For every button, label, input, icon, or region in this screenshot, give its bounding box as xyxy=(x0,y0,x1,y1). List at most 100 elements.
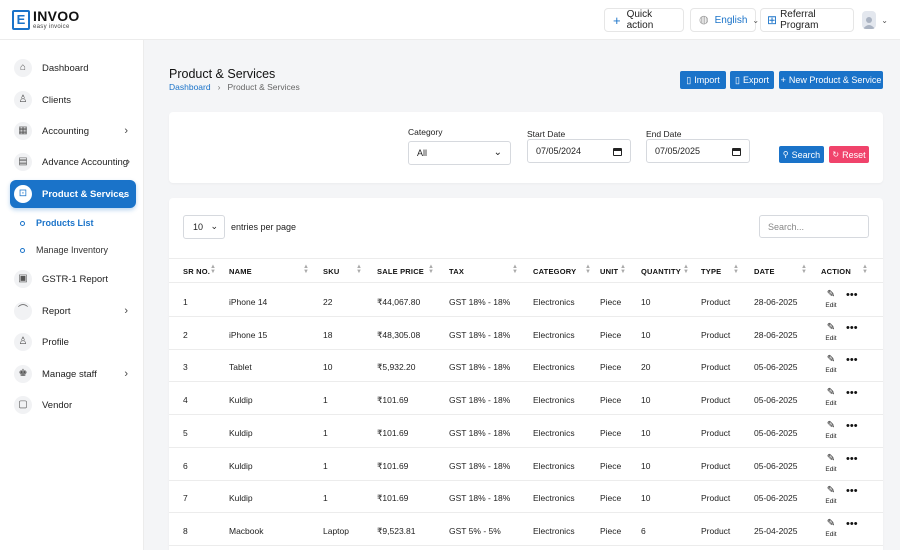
sidebar-item-label: Vendor xyxy=(42,399,73,411)
sort-icon[interactable]: ▲ ▼ xyxy=(862,264,868,275)
column-header-date[interactable]: DATE xyxy=(754,267,775,276)
edit-button[interactable]: ✎ Edit xyxy=(824,322,838,342)
sidebar-item-accounting[interactable]: ▦ Accounting › xyxy=(10,118,136,144)
edit-button[interactable]: ✎ Edit xyxy=(824,354,838,375)
edit-button[interactable]: ✎ Edit xyxy=(824,388,838,408)
edit-button[interactable]: ✎ Edit xyxy=(824,419,838,440)
edit-label: Edit xyxy=(825,530,837,538)
sidebar-item-label: Report xyxy=(42,305,71,317)
sidebar-subitem-label: Manage Inventory xyxy=(36,245,109,255)
entries-per-page-select[interactable]: 10 ⌄ xyxy=(183,215,225,239)
sidebar-subitem-products-list[interactable]: Products List xyxy=(20,218,94,228)
sidebar-item-clients[interactable]: ♙ Clients xyxy=(10,87,136,113)
sort-icon[interactable]: ▲ ▼ xyxy=(620,264,626,275)
sort-icon[interactable]: ▲ ▼ xyxy=(303,264,309,275)
more-options-icon[interactable]: ••• xyxy=(846,518,858,529)
more-options-icon[interactable]: ••• xyxy=(846,388,858,399)
pencil-icon: ✎ xyxy=(826,354,836,366)
edit-button[interactable]: ✎ Edit xyxy=(824,486,838,506)
cell-sale-price: ₹101.69 xyxy=(377,460,409,471)
end-date-label: End Date xyxy=(646,129,682,139)
sort-icon[interactable]: ▲ ▼ xyxy=(210,264,216,275)
calendar-icon[interactable] xyxy=(613,148,622,156)
cell-sku: 22 xyxy=(323,297,333,307)
cell-sku: 1 xyxy=(323,493,328,504)
export-button[interactable]: ▯ Export xyxy=(730,71,774,89)
more-options-icon[interactable]: ••• xyxy=(846,355,858,366)
edit-button[interactable]: ✎ Edit xyxy=(824,452,838,473)
column-header-category[interactable]: CATEGORY xyxy=(533,267,576,276)
cell-name: Kuldip xyxy=(229,460,253,471)
cell-unit: Piece xyxy=(600,493,622,504)
more-options-icon[interactable]: ••• xyxy=(846,453,858,464)
cell-sale-price: ₹101.69 xyxy=(377,493,409,504)
sort-icon[interactable]: ▲ ▼ xyxy=(683,264,689,275)
sidebar-subitem-manage-inventory[interactable]: Manage Inventory xyxy=(20,245,108,255)
sidebar-item-product-services[interactable]: ⊡ Product & Services ⌄ xyxy=(10,180,136,208)
sidebar-item-profile[interactable]: ♙ Profile xyxy=(10,329,136,355)
category-select[interactable]: All ⌄ xyxy=(408,141,511,165)
entries-value: 10 xyxy=(193,222,204,232)
edit-button[interactable]: ✎ Edit xyxy=(824,518,838,538)
pencil-icon: ✎ xyxy=(826,452,836,464)
column-header-unit[interactable]: UNIT xyxy=(600,267,618,276)
cell-quantity: 10 xyxy=(641,427,651,438)
calendar-icon[interactable] xyxy=(732,148,741,156)
column-header-sr-no[interactable]: SR NO. xyxy=(183,267,210,276)
language-selector[interactable]: ◍ English ⌄ xyxy=(690,8,759,32)
sidebar-item-advance-accounting[interactable]: ▤ Advance Accounting › xyxy=(10,149,136,175)
table-search-input[interactable]: Search... xyxy=(759,215,869,238)
chevron-down-icon: ⌄ xyxy=(210,221,218,231)
referral-program-button[interactable]: ⊞ Referral Program xyxy=(760,8,854,32)
edit-label: Edit xyxy=(825,465,837,473)
table-row: 8 Macbook Laptop ₹9,523.81 GST 5% - 5% Electr… xyxy=(169,513,883,546)
sidebar-item-manage-staff[interactable]: ♚ Manage staff › xyxy=(10,361,136,387)
import-label: Import xyxy=(694,75,720,85)
search-button[interactable]: ⚲ Search xyxy=(779,146,824,163)
reset-button[interactable]: ↻ Reset xyxy=(829,146,869,163)
column-header-tax[interactable]: TAX xyxy=(449,267,464,276)
chart-icon: ⌒ xyxy=(14,302,32,320)
referral-label: Referral Program xyxy=(780,9,819,31)
quick-action-button[interactable]: + Quick action xyxy=(604,8,684,32)
breadcrumb-link-dashboard[interactable]: Dashboard xyxy=(169,82,211,92)
column-header-type[interactable]: TYPE xyxy=(701,267,721,276)
sidebar-item-report[interactable]: ⌒ Report › xyxy=(10,298,136,324)
more-options-icon[interactable]: ••• xyxy=(846,290,858,301)
end-date-input[interactable]: 07/05/2025 xyxy=(646,139,750,163)
column-header-name[interactable]: NAME xyxy=(229,267,252,276)
user-menu[interactable]: ⌄ xyxy=(858,8,892,32)
column-header-sale-price[interactable]: SALE PRICE xyxy=(377,267,424,276)
start-date-input[interactable]: 07/05/2024 xyxy=(527,139,631,163)
sort-icon[interactable]: ▲ ▼ xyxy=(512,264,518,275)
edit-label: Edit xyxy=(825,302,837,309)
column-header-sku[interactable]: SKU xyxy=(323,267,339,276)
sort-icon[interactable]: ▲ ▼ xyxy=(428,264,434,275)
sidebar-item-vendor[interactable]: ▢ Vendor xyxy=(10,392,136,418)
cell-sr-no: 1 xyxy=(183,297,188,307)
import-button[interactable]: ▯ Import xyxy=(680,71,726,89)
column-header-quantity[interactable]: QUANTITY xyxy=(641,267,681,276)
cell-unit: Piece xyxy=(600,427,622,438)
edit-button[interactable]: ✎ Edit xyxy=(824,290,838,310)
more-options-icon[interactable]: ••• xyxy=(846,420,858,431)
category-label: Category xyxy=(408,127,443,137)
sort-icon[interactable]: ▲ ▼ xyxy=(801,264,807,275)
more-options-icon[interactable]: ••• xyxy=(846,486,858,497)
sidebar-item-gstr1-report[interactable]: ▣ GSTR-1 Report xyxy=(10,266,136,292)
chevron-down-icon: ⌄ xyxy=(881,15,888,25)
more-options-icon[interactable]: ••• xyxy=(846,322,858,333)
pencil-icon: ✎ xyxy=(826,419,836,431)
new-product-service-button[interactable]: + New Product & Service xyxy=(779,71,883,89)
brand-logo[interactable]: E INVOO easy invoice xyxy=(12,9,80,30)
search-label: Search xyxy=(791,149,821,160)
sort-icon[interactable]: ▲ ▼ xyxy=(733,264,739,275)
cell-sr-no: 3 xyxy=(183,362,188,373)
sort-icon[interactable]: ▲ ▼ xyxy=(585,264,591,275)
cell-sr-no: 4 xyxy=(183,395,188,406)
export-label: Export xyxy=(742,75,769,85)
sidebar-item-dashboard[interactable]: ⌂ Dashboard xyxy=(10,55,136,81)
cell-sku: 18 xyxy=(323,329,333,340)
sort-icon[interactable]: ▲ ▼ xyxy=(356,264,362,275)
globe-icon: ◍ xyxy=(699,13,709,26)
